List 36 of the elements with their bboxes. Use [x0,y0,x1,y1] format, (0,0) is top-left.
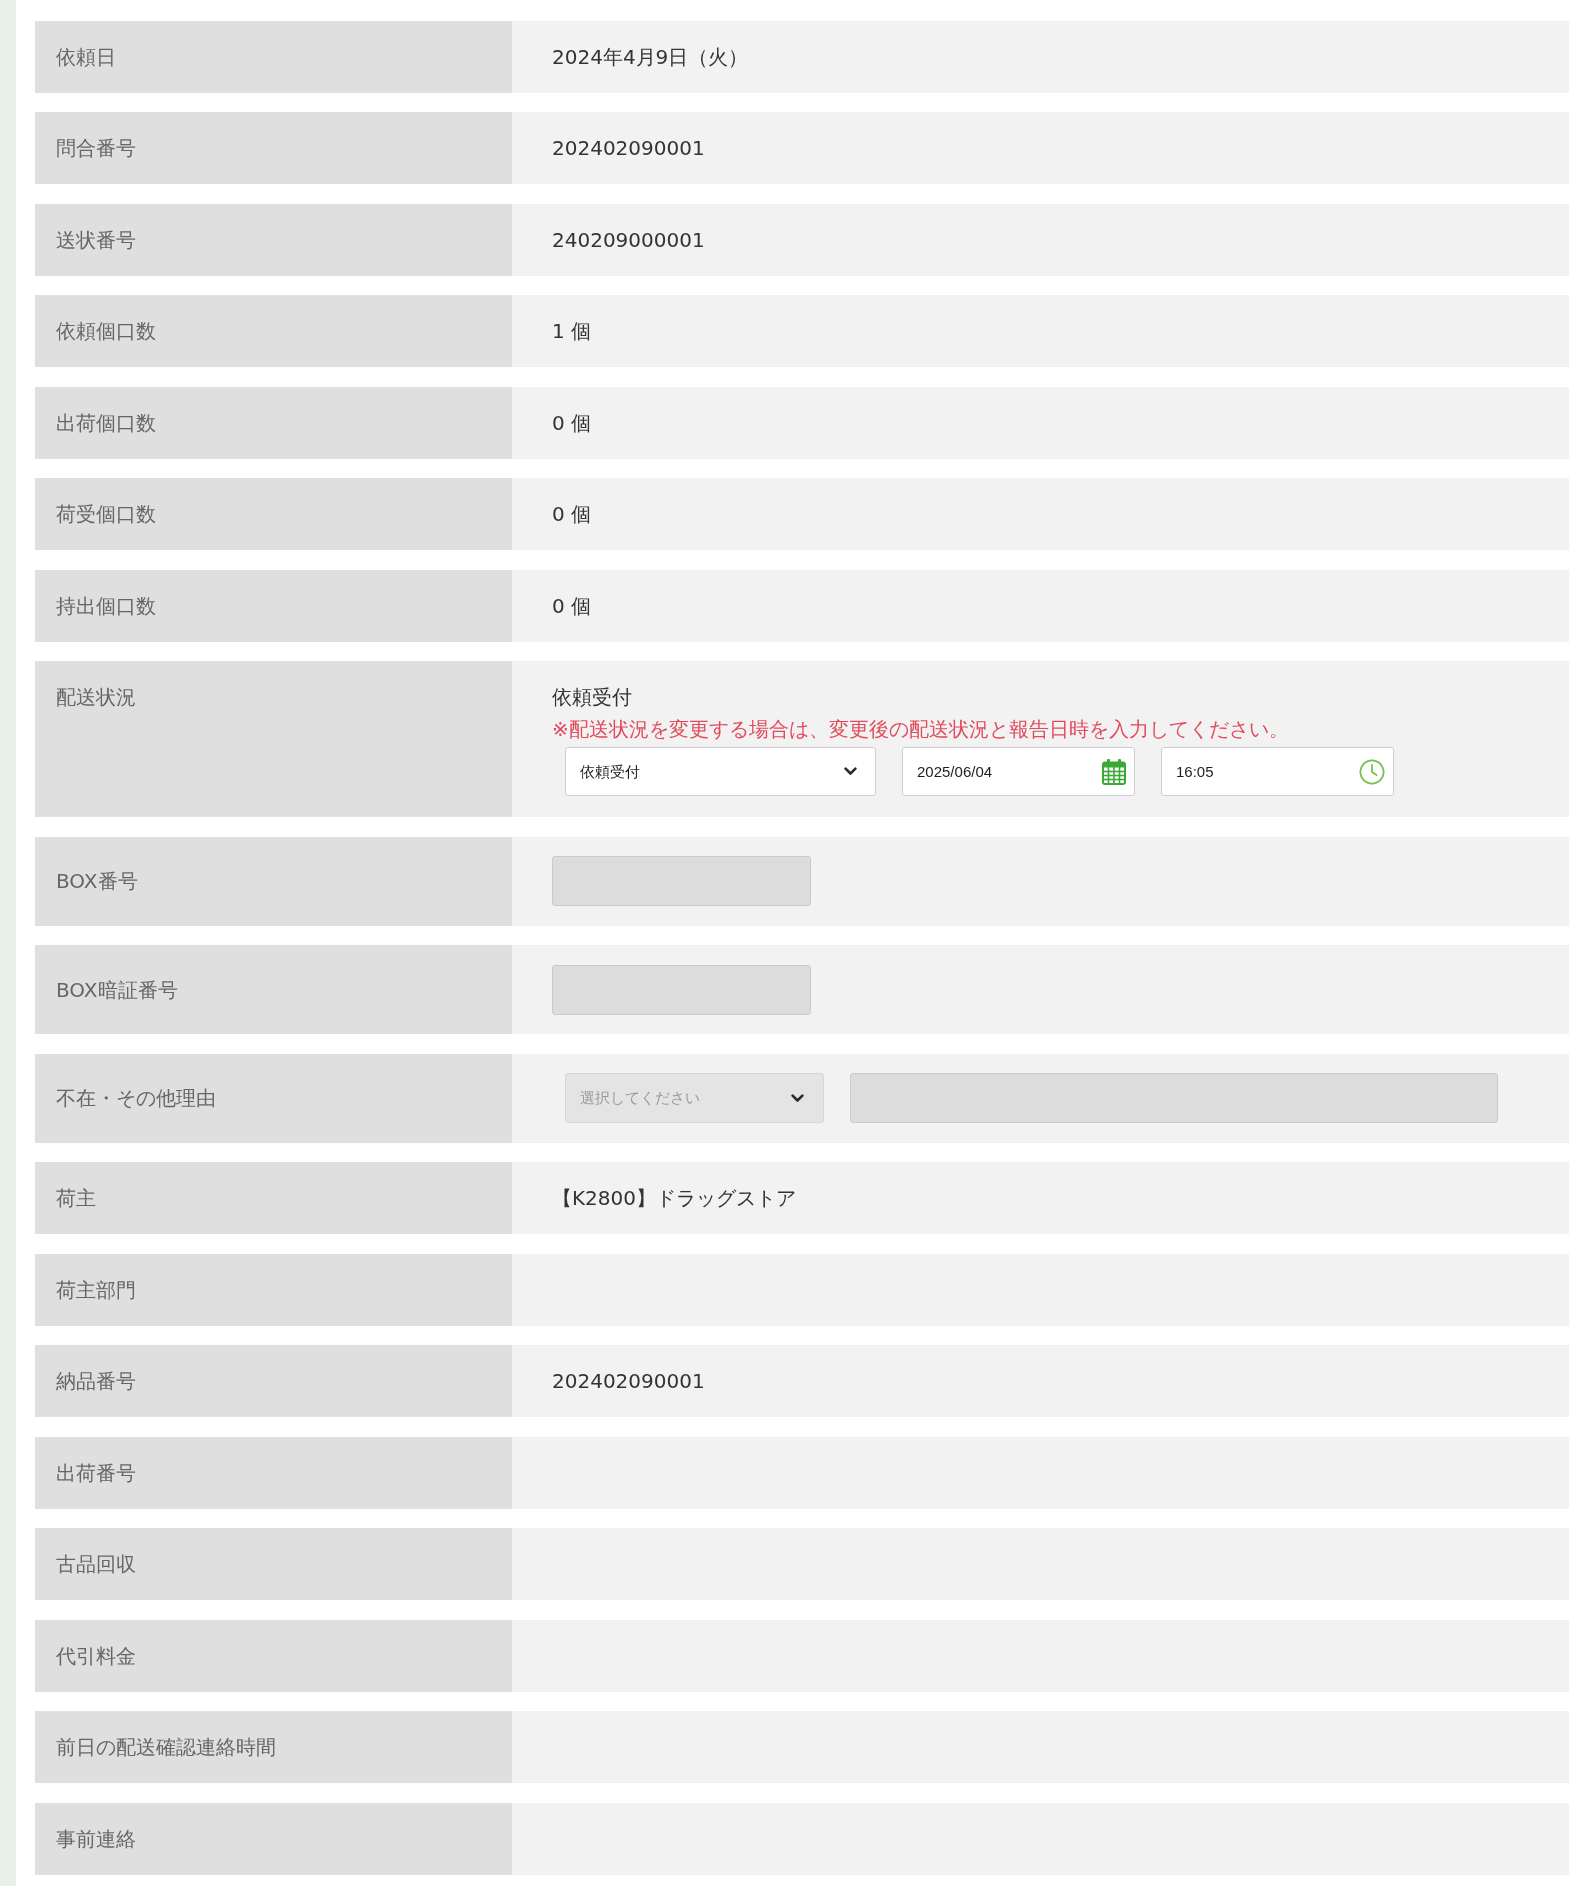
field-label: 代引料金 [35,1619,512,1692]
field-label: 納品番号 [35,1345,512,1417]
field-value: 1 個 [512,295,1569,367]
field-label: 荷主部門 [35,1253,512,1326]
field-label: 持出個口数 [35,569,512,642]
calendar-icon[interactable] [1102,758,1126,785]
field-label: 荷受個口数 [35,478,512,550]
caret-icon[interactable] [844,767,857,776]
field-label: 配送状況 [35,661,512,817]
field-label: 出荷個口数 [35,386,512,459]
field-label: 送状番号 [35,203,512,276]
field-value: 0 個 [512,386,1569,459]
field-label: BOX暗証番号 [35,945,512,1034]
field-label: 問合番号 [35,112,512,184]
field-value: 202402090001 [512,112,1569,184]
field-value: 202402090001 [512,1345,1569,1417]
field-label: 前日の配送確認連絡時間 [35,1711,512,1783]
field-label: 古品回収 [35,1528,512,1600]
field-value: 【K2800】ドラッグストア [512,1162,1569,1234]
field-value: 2024年4月9日（火） [512,20,1569,93]
field-label: 出荷番号 [35,1436,512,1509]
status-text: 依頼受付 [552,684,632,711]
time-field[interactable]: 16:05 [1161,747,1394,796]
field-label: 不在・その他理由 [35,1053,512,1143]
notice-text: ※配送状況を変更する場合は、変更後の配送状況と報告日時を入力してください。 [552,716,1289,743]
field-label: 荷主 [35,1162,512,1234]
field-value: 240209000001 [512,203,1569,276]
field-label: 依頼個口数 [35,295,512,367]
field-label: 事前連絡 [35,1802,512,1875]
field-label: BOX番号 [35,836,512,926]
field-value: 0 個 [512,478,1569,550]
date-field[interactable]: 2025/06/04 [902,747,1135,796]
clock-icon[interactable] [1359,758,1385,785]
status-select[interactable]: 依頼受付 [565,747,876,796]
field-value: 0 個 [512,569,1569,642]
field-label: 依頼日 [35,20,512,93]
